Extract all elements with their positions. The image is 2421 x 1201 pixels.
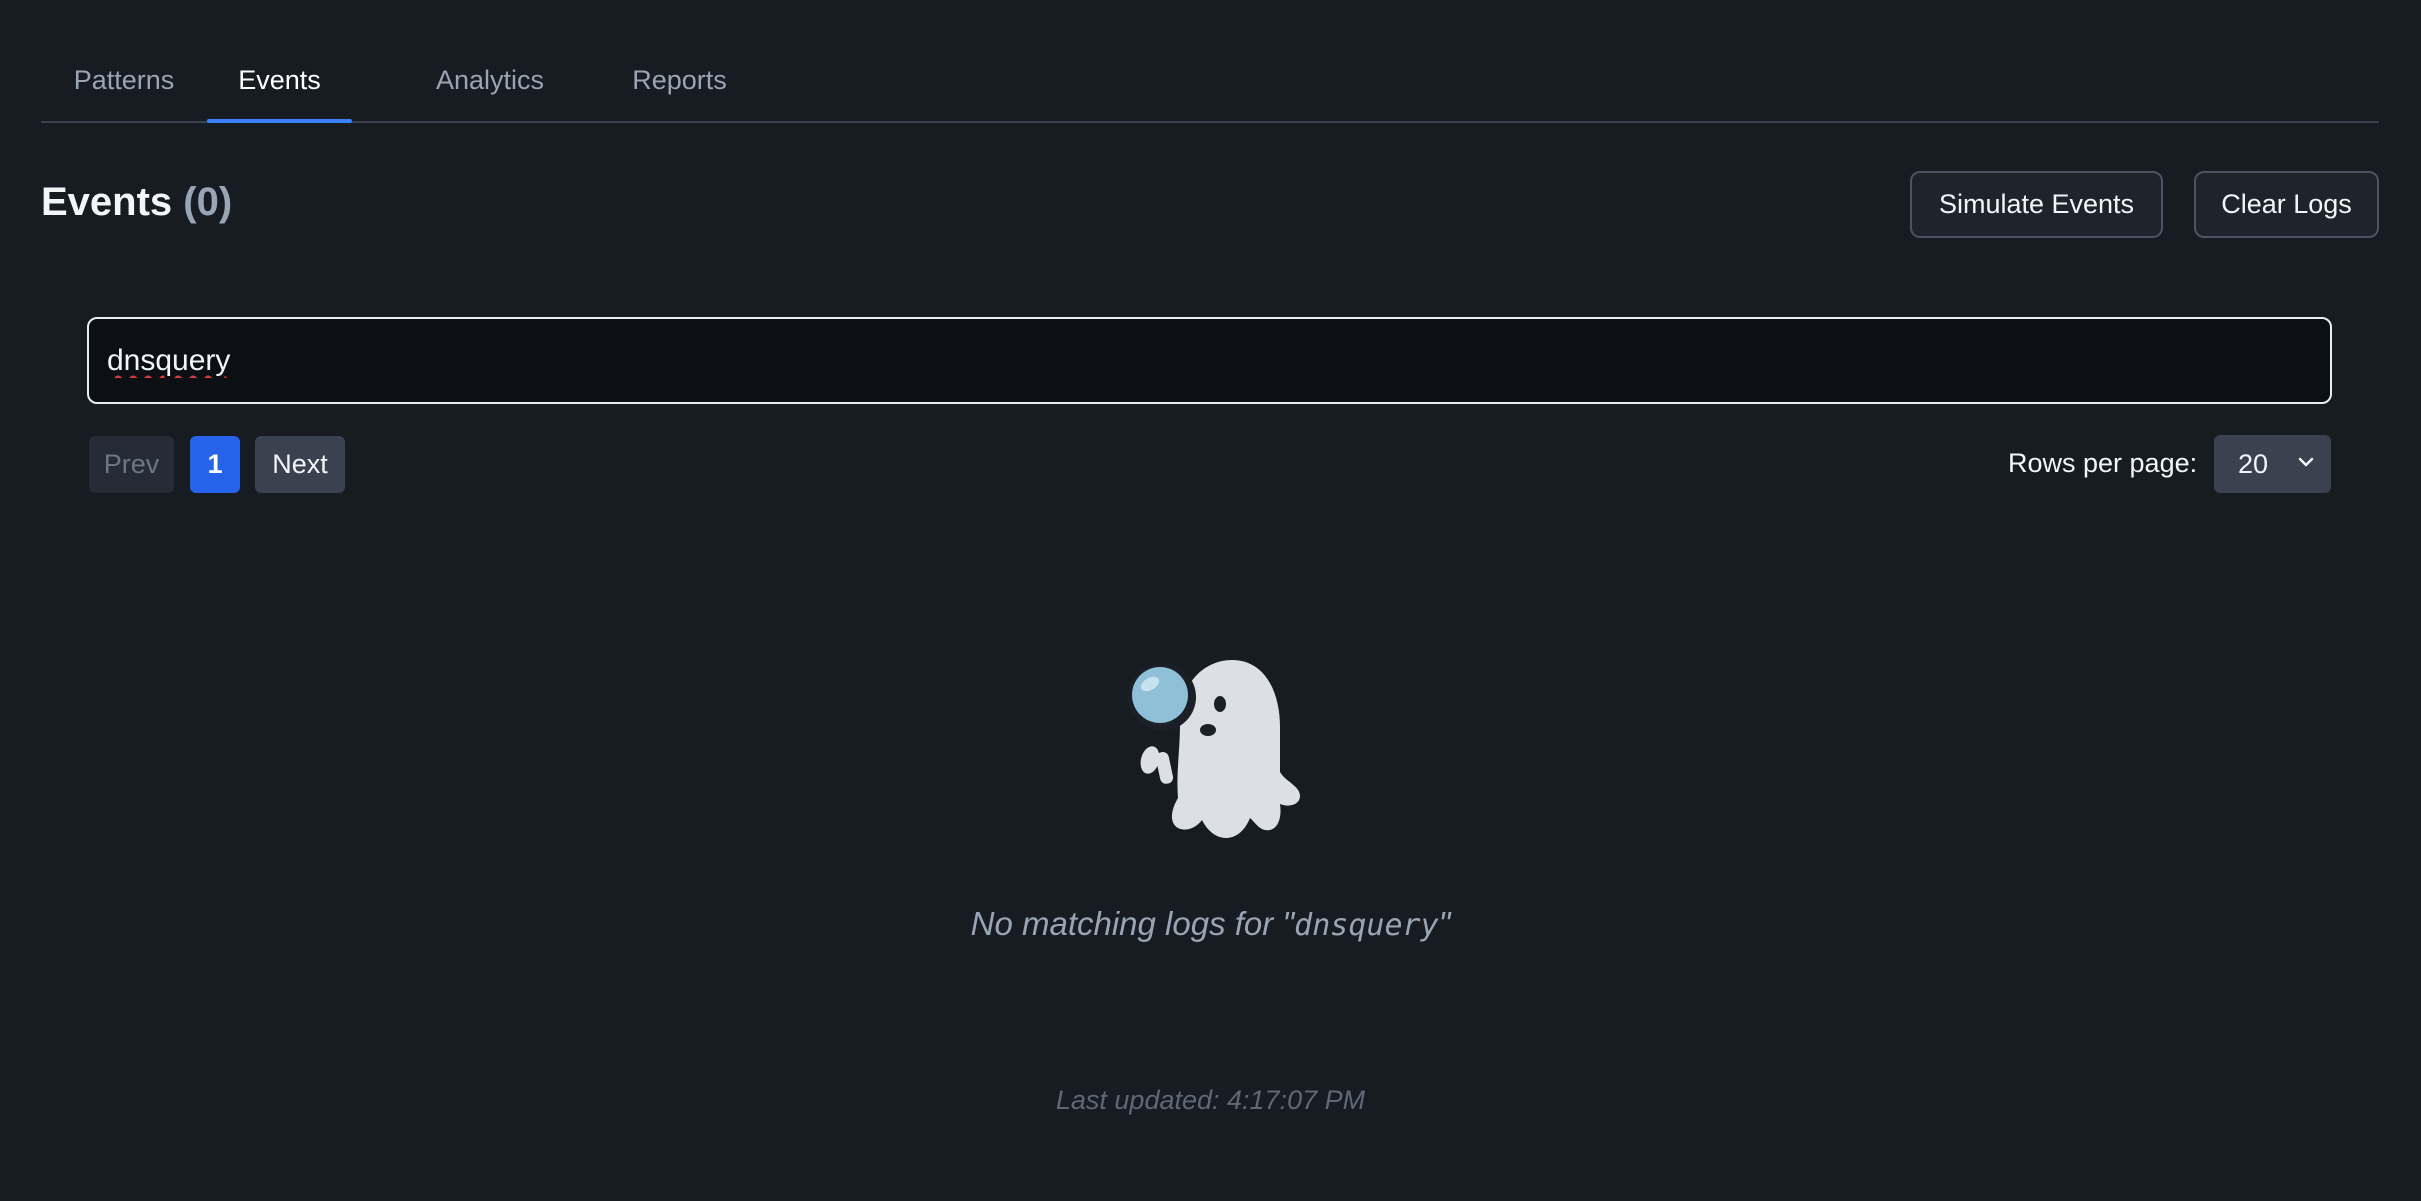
page-number-button[interactable]: 1 bbox=[190, 436, 240, 493]
tab-bar: Patterns Events Analytics Reports bbox=[41, 40, 2379, 123]
events-page: Patterns Events Analytics Reports Events… bbox=[0, 0, 2421, 1201]
tab-analytics[interactable]: Analytics bbox=[388, 40, 592, 121]
last-updated-text: Last updated: 4:17:07 PM bbox=[1055, 1085, 1366, 1115]
clear-logs-button[interactable]: Clear Logs bbox=[2194, 171, 2379, 238]
next-page-button[interactable]: Next bbox=[255, 436, 345, 493]
chevron-down-icon bbox=[2298, 457, 2314, 467]
rows-per-page-label: Rows per page: bbox=[2008, 448, 2198, 478]
rows-per-page-select[interactable]: 20 bbox=[2214, 435, 2331, 493]
page-title: Events (0) bbox=[41, 180, 232, 225]
empty-message-suffix: " bbox=[1438, 905, 1451, 942]
simulate-events-button[interactable]: Simulate Events bbox=[1910, 171, 2163, 238]
prev-page-button[interactable]: Prev bbox=[89, 436, 174, 493]
search-box bbox=[87, 317, 2332, 404]
empty-message-query: dnsquery bbox=[1294, 908, 1439, 943]
event-count: (0) bbox=[183, 180, 233, 224]
tab-patterns[interactable]: Patterns bbox=[41, 40, 207, 121]
tab-label: Analytics bbox=[435, 65, 545, 95]
tab-label: Reports bbox=[632, 65, 727, 95]
tab-label: Events bbox=[238, 65, 321, 95]
empty-state-message: No matching logs for "dnsquery" bbox=[0, 905, 2421, 943]
rows-per-page-value: 20 bbox=[2238, 448, 2269, 479]
empty-message-prefix: No matching logs for " bbox=[970, 905, 1295, 942]
ghost-magnifier-icon bbox=[1128, 660, 1300, 838]
search-input[interactable] bbox=[89, 319, 2330, 402]
tab-label: Patterns bbox=[73, 65, 175, 95]
page-title-text: Events bbox=[41, 180, 173, 224]
tab-reports[interactable]: Reports bbox=[597, 40, 762, 121]
tab-events[interactable]: Events bbox=[207, 40, 352, 123]
